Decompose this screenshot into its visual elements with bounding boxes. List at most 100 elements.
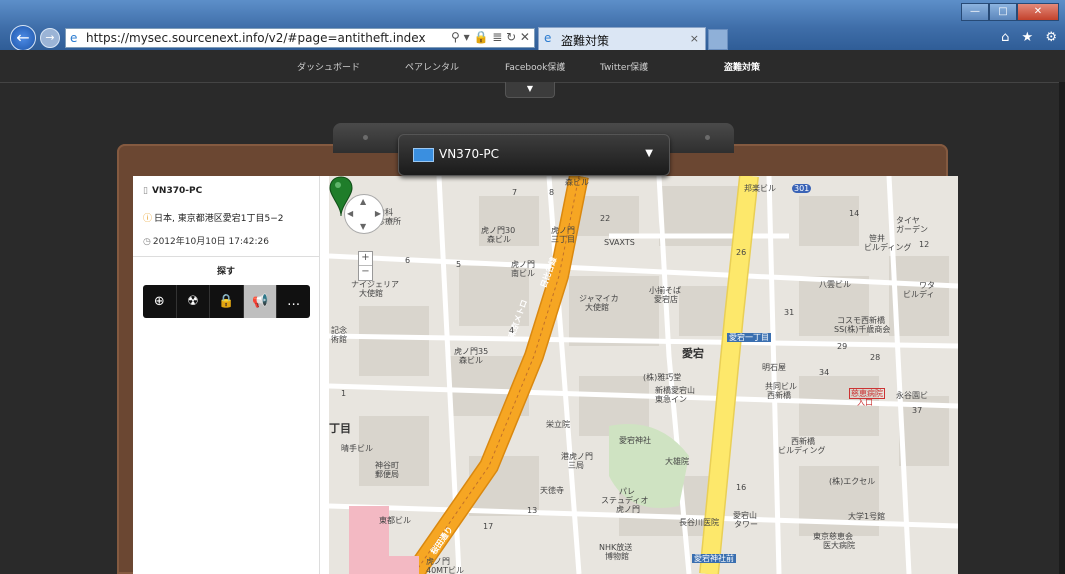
map-label: 28 (870, 353, 881, 362)
zoom-out-button[interactable]: − (359, 266, 372, 279)
map-label: (株)雅巧堂 (643, 373, 682, 382)
chevron-down-icon: ▼ (645, 148, 653, 159)
map-label: 三丁目 (551, 235, 575, 244)
map-label: 東都ビル (379, 516, 411, 525)
device-address-text: 日本, 東京都港区愛宕1丁目5−2 (154, 214, 284, 224)
map-label: 6 (405, 256, 411, 265)
radiation-icon[interactable]: ☢ (177, 285, 211, 318)
map-label: 森ビル (565, 178, 589, 187)
device-address: ⓘ 日本, 東京都港区愛宕1丁目5−2 (143, 211, 283, 224)
map-label: 7 (512, 188, 518, 197)
megaphone-icon[interactable]: 📢 (243, 285, 278, 318)
map-label: 12 (919, 240, 930, 249)
map-label: 入口 (857, 398, 873, 407)
map-label: 31 (784, 308, 795, 317)
pan-down-icon[interactable]: ▼ (360, 222, 366, 231)
divider (133, 256, 319, 257)
map-label: 森ビル (487, 235, 511, 244)
map-label-area: 愛宕 (682, 347, 704, 360)
nav-facebook[interactable]: Facebook保護 (505, 60, 565, 73)
lock-icon[interactable]: 🔒 (210, 285, 244, 318)
address-bar[interactable]: e https://mysec.sourcenext.info/v2/#page… (65, 28, 535, 48)
map-label: ビルディ (903, 290, 935, 299)
pan-right-icon[interactable]: ▶ (375, 209, 381, 218)
minimize-button[interactable]: — (961, 3, 989, 21)
nav-toggle-button[interactable]: ▼ (505, 82, 555, 98)
map-label: 港虎ノ門 (561, 452, 593, 461)
map-label: 東京慈恵会 (813, 532, 853, 541)
map-label: 14 (849, 209, 860, 218)
map-label: 大使館 (359, 289, 383, 298)
device-name-text: VN370-PC (151, 186, 203, 196)
globe-icon[interactable]: ⊕ (143, 285, 177, 318)
ie-tab-icon: e (544, 31, 552, 45)
map-label: 4 (509, 326, 515, 335)
maximize-button[interactable]: □ (989, 3, 1017, 21)
new-tab-button[interactable] (708, 29, 728, 50)
map-label: (株)エクセル (829, 477, 876, 486)
map-label: 永谷園ビ (896, 391, 928, 400)
map-label: 三局 (568, 461, 584, 470)
map-label: 西新橋 (791, 437, 815, 446)
map-view[interactable]: 森ビル 邦楽ビル 301 14 タイヤ ガーデン 笹井 ビルディング 12 愛宕… (329, 176, 958, 574)
device-name: ▯ VN370-PC (143, 186, 202, 196)
more-icon[interactable]: … (277, 285, 310, 318)
map-label: 17 (483, 522, 494, 531)
map-label: 新橋愛宕山 (655, 386, 695, 395)
map-label: 医大病院 (823, 541, 855, 550)
browser-toolbar-icons[interactable]: ⌂ ★ ⚙ (1001, 30, 1061, 45)
page-scrollbar[interactable] (1059, 82, 1065, 574)
map-label: 8 (549, 188, 555, 197)
address-tools[interactable]: ⚲ ▾ 🔒 ≣ ↻ ✕ (451, 30, 530, 44)
bar-dot (363, 135, 368, 140)
action-toolbar: ⊕ ☢ 🔒 📢 … (143, 285, 310, 318)
map-label: 邦楽ビル (744, 184, 776, 193)
map-label: 40MTビル (426, 566, 464, 574)
back-button[interactable]: ← (10, 25, 36, 51)
map-label: ステュディオ (601, 496, 649, 505)
forward-button[interactable]: → (40, 28, 60, 48)
nav-antitheft[interactable]: 盗難対策 (724, 60, 760, 73)
close-window-button[interactable]: ✕ (1017, 3, 1059, 21)
map-label: 29 (837, 342, 848, 351)
map-label: SVAXTS (604, 238, 635, 247)
map-label: 虎ノ門 (616, 505, 640, 514)
map-label: 大雄院 (665, 457, 689, 466)
pan-up-icon[interactable]: ▲ (360, 197, 366, 206)
map-label: 5 (456, 260, 462, 269)
site-navigation: ダッシュボード ペアレンタル Facebook保護 Twitter保護 盗難対策 (0, 50, 1065, 83)
map-label: 大使館 (585, 303, 609, 312)
map-label: 神谷町 (375, 461, 399, 470)
map-label: コスモ西新橋 (837, 316, 885, 325)
map-label: 丁目 (329, 422, 351, 435)
nav-parental[interactable]: ペアレンタル (405, 60, 459, 73)
map-label: 小揃そば (649, 286, 681, 295)
tab-close-icon[interactable]: × (690, 32, 699, 45)
map-label: 明石屋 (762, 363, 786, 372)
map-label: ガーデン (896, 225, 928, 234)
tab-antitheft[interactable]: e 盗難対策 × (538, 27, 706, 50)
device-select-dropdown[interactable]: VN370-PC ▼ (398, 134, 670, 176)
clock-icon: ◷ (143, 237, 151, 247)
browser-title-bar: — □ ✕ ← → e https://mysec.sourcenext.inf… (0, 0, 1065, 51)
map-label: ビルディング (778, 446, 826, 455)
device-info-panel: ▯ VN370-PC ⓘ 日本, 東京都港区愛宕1丁目5−2 ◷ 2012年10月10… (133, 176, 320, 574)
map-label: ナイジェリア (351, 280, 399, 289)
map-label: 16 (736, 483, 747, 492)
map-label: 愛宕山 (733, 511, 757, 520)
nav-dashboard[interactable]: ダッシュボード (297, 60, 360, 73)
map-label: 37 (912, 406, 923, 415)
map-label: 1 (341, 389, 347, 398)
map-label: 長谷川医院 (679, 518, 719, 527)
map-label: 西新橋 (767, 391, 791, 400)
map-label: 栄立院 (546, 420, 570, 429)
map-label: 虎ノ門 (426, 557, 450, 566)
map-label: 笹井 (869, 234, 885, 243)
zoom-in-button[interactable]: + (359, 252, 372, 266)
nav-twitter[interactable]: Twitter保護 (600, 60, 648, 73)
location-marker-icon[interactable] (329, 176, 353, 218)
map-label: ジャマイカ (579, 294, 619, 303)
map-label: 術館 (331, 335, 347, 344)
bar-dot (705, 135, 710, 140)
ie-page-icon: e (70, 31, 78, 45)
